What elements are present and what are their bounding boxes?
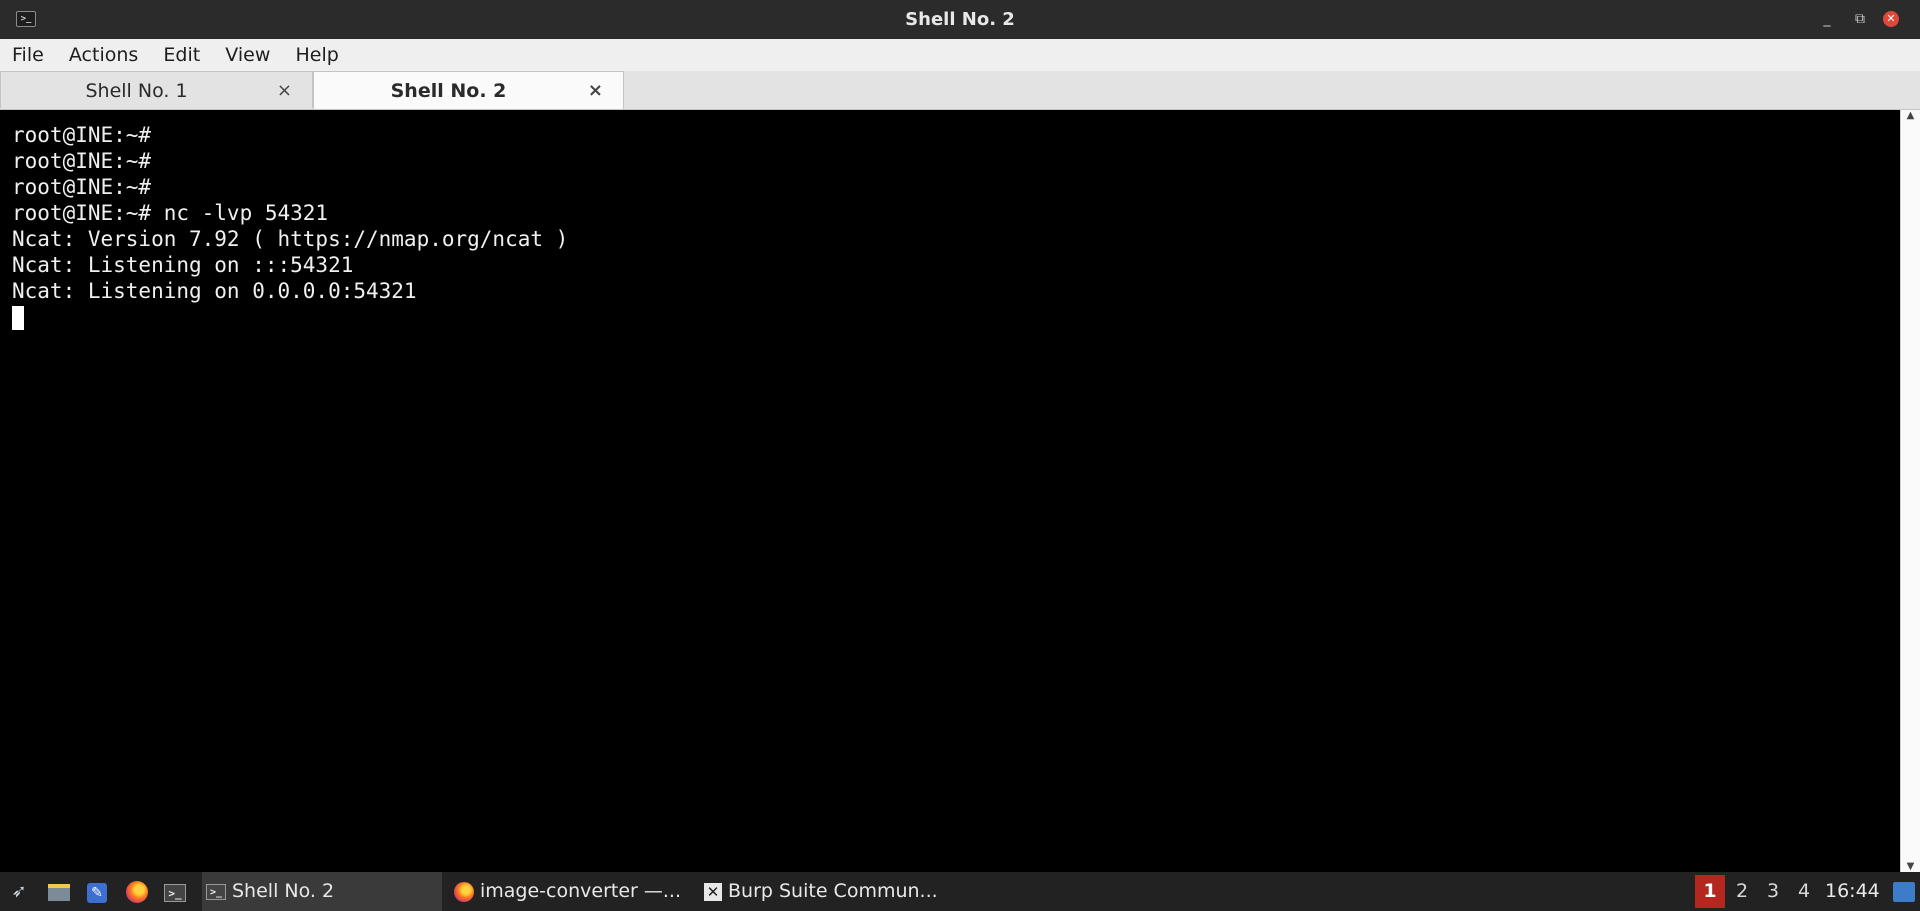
task-label: Burp Suite Commun... [728,880,938,902]
terminal-scrollbar[interactable]: ▲ ▼ [1900,110,1920,872]
minimize-button[interactable]: _ [1817,9,1837,29]
terminal-line: root@INE:~# [12,175,152,199]
terminal-icon: >_ [206,883,226,900]
kali-menu-icon[interactable]: ➶ [6,879,32,905]
window-titlebar: >_ Shell No. 2 _ ⧉ ✕ [0,0,1920,39]
tab-shell-2[interactable]: Shell No. 2 × [313,71,624,109]
terminal-line: root@INE:~# [12,123,152,147]
menu-edit[interactable]: Edit [155,39,208,71]
tab-close-icon[interactable]: × [588,80,603,101]
text-editor-icon[interactable]: ✎ [84,879,110,905]
workspace-4[interactable]: 4 [1789,875,1819,908]
task-burp-suite[interactable]: ✕ Burp Suite Commun... [700,872,960,911]
taskbar: ➶ ✎ >_ >_ Shell No. 2 image-converter —..… [0,872,1920,911]
tab-label: Shell No. 2 [390,80,507,102]
firefox-icon [454,881,474,902]
firefox-icon[interactable] [124,879,150,905]
terminal-launcher-icon[interactable]: >_ [162,879,188,905]
terminal-line: root@INE:~# nc -lvp 54321 [12,201,329,225]
clock[interactable]: 16:44 [1825,872,1880,911]
terminal-lines: root@INE:~# root@INE:~# root@INE:~# root… [12,122,568,304]
task-label: image-converter —... [480,880,682,902]
terminal-line: Ncat: Listening on 0.0.0.0:54321 [12,279,417,303]
burp-icon: ✕ [704,882,722,901]
terminal-cursor [12,306,24,330]
close-window-button[interactable]: ✕ [1883,11,1899,27]
task-image-converter[interactable]: image-converter —... [450,872,690,911]
scroll-up-icon[interactable]: ▲ [1901,110,1920,121]
workspace-3[interactable]: 3 [1758,875,1788,908]
terminal-line: Ncat: Listening on :::54321 [12,253,354,277]
menu-file[interactable]: File [4,39,52,71]
tab-close-icon[interactable]: × [277,80,292,101]
maximize-button[interactable]: ⧉ [1850,9,1870,29]
menu-view[interactable]: View [217,39,278,71]
terminal-output[interactable]: root@INE:~# root@INE:~# root@INE:~# root… [0,110,1900,872]
window-title: Shell No. 2 [905,9,1015,30]
tab-bar: Shell No. 1 × Shell No. 2 × [0,71,1920,110]
task-shell-no-2[interactable]: >_ Shell No. 2 [202,872,442,911]
scroll-down-icon[interactable]: ▼ [1901,861,1920,872]
workspace-2[interactable]: 2 [1727,875,1757,908]
tab-label: Shell No. 1 [85,80,188,102]
show-desktop-icon[interactable] [1893,882,1915,902]
terminal-line: Ncat: Version 7.92 ( https://nmap.org/nc… [12,227,569,251]
task-label: Shell No. 2 [232,880,335,902]
tab-shell-1[interactable]: Shell No. 1 × [0,71,313,108]
menu-help[interactable]: Help [287,39,346,71]
terminal-line: root@INE:~# [12,149,152,173]
menubar: File Actions Edit View Help [0,39,1920,72]
workspace-1[interactable]: 1 [1695,875,1725,908]
menu-actions[interactable]: Actions [61,39,146,71]
files-icon[interactable] [46,879,72,905]
